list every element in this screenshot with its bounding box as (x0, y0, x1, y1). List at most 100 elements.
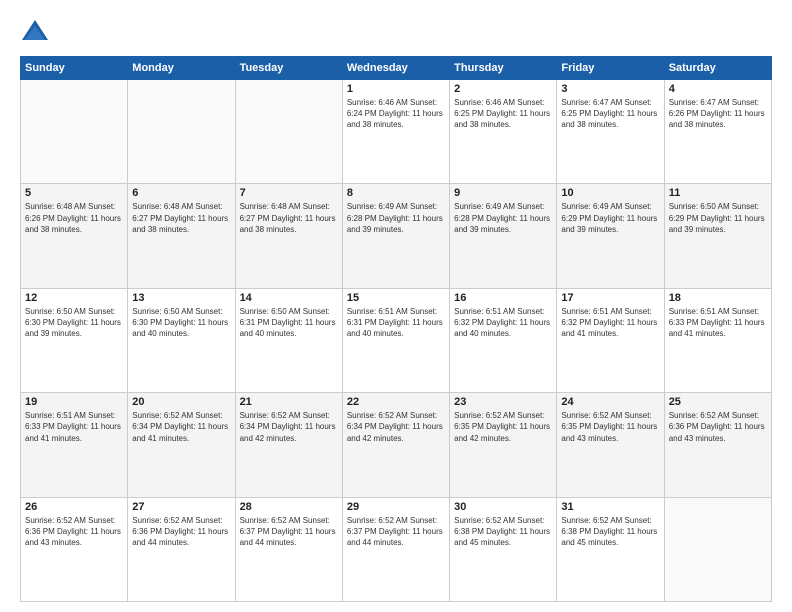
calendar-cell: 1 Sunrise: 6:46 AM Sunset: 6:24 PM Daylig… (342, 80, 449, 184)
calendar-week-row: 12 Sunrise: 6:50 AM Sunset: 6:30 PM Dayli… (21, 288, 772, 392)
day-number: 19 (25, 396, 123, 408)
day-info: Sunrise: 6:52 AM Sunset: 6:37 PM Dayligh… (347, 515, 445, 549)
calendar-cell: 7 Sunrise: 6:48 AM Sunset: 6:27 PM Daylig… (235, 184, 342, 288)
day-number: 5 (25, 187, 123, 199)
day-number: 1 (347, 83, 445, 95)
day-number: 17 (561, 292, 659, 304)
calendar-cell: 16 Sunrise: 6:51 AM Sunset: 6:32 PM Dayli… (450, 288, 557, 392)
calendar-cell (21, 80, 128, 184)
day-info: Sunrise: 6:50 AM Sunset: 6:30 PM Dayligh… (25, 306, 123, 340)
day-info: Sunrise: 6:52 AM Sunset: 6:35 PM Dayligh… (561, 410, 659, 444)
calendar-cell: 11 Sunrise: 6:50 AM Sunset: 6:29 PM Dayli… (664, 184, 771, 288)
day-info: Sunrise: 6:49 AM Sunset: 6:29 PM Dayligh… (561, 201, 659, 235)
calendar-day-header: Friday (557, 57, 664, 80)
calendar-cell: 19Sunrise: 6:51 AM Sunset: 6:33 PM Dayli… (21, 393, 128, 497)
calendar-cell: 6 Sunrise: 6:48 AM Sunset: 6:27 PM Daylig… (128, 184, 235, 288)
day-info: Sunrise: 6:50 AM Sunset: 6:30 PM Dayligh… (132, 306, 230, 340)
day-number: 4 (669, 83, 767, 95)
day-number: 22 (347, 396, 445, 408)
calendar-day-header: Wednesday (342, 57, 449, 80)
day-info: Sunrise: 6:51 AM Sunset: 6:32 PM Dayligh… (454, 306, 552, 340)
day-number: 9 (454, 187, 552, 199)
calendar-cell: 5 Sunrise: 6:48 AM Sunset: 6:26 PM Daylig… (21, 184, 128, 288)
day-number: 24 (561, 396, 659, 408)
calendar-day-header: Saturday (664, 57, 771, 80)
logo-icon (20, 18, 50, 48)
calendar-cell: 28 Sunrise: 6:52 AM Sunset: 6:37 PM Dayli… (235, 497, 342, 601)
day-info: Sunrise: 6:52 AM Sunset: 6:37 PM Dayligh… (240, 515, 338, 549)
calendar-week-row: 26 Sunrise: 6:52 AM Sunset: 6:36 PM Dayli… (21, 497, 772, 601)
calendar-cell: 15 Sunrise: 6:51 AM Sunset: 6:31 PM Dayli… (342, 288, 449, 392)
header (20, 18, 772, 48)
day-info: Sunrise: 6:52 AM Sunset: 6:36 PM Dayligh… (25, 515, 123, 549)
day-number: 28 (240, 501, 338, 513)
calendar-cell: 3Sunrise: 6:47 AM Sunset: 6:25 PM Daylig… (557, 80, 664, 184)
day-number: 7 (240, 187, 338, 199)
day-info: Sunrise: 6:48 AM Sunset: 6:26 PM Dayligh… (25, 201, 123, 235)
calendar-cell (128, 80, 235, 184)
calendar-cell: 23Sunrise: 6:52 AM Sunset: 6:35 PM Dayli… (450, 393, 557, 497)
day-number: 25 (669, 396, 767, 408)
calendar-cell: 31 Sunrise: 6:52 AM Sunset: 6:38 PM Dayli… (557, 497, 664, 601)
calendar-week-row: 5 Sunrise: 6:48 AM Sunset: 6:26 PM Daylig… (21, 184, 772, 288)
day-number: 29 (347, 501, 445, 513)
calendar-cell: 12 Sunrise: 6:50 AM Sunset: 6:30 PM Dayli… (21, 288, 128, 392)
day-number: 27 (132, 501, 230, 513)
calendar-cell: 9Sunrise: 6:49 AM Sunset: 6:28 PM Daylig… (450, 184, 557, 288)
calendar-cell: 18 Sunrise: 6:51 AM Sunset: 6:33 PM Dayli… (664, 288, 771, 392)
day-number: 20 (132, 396, 230, 408)
calendar-cell: 13 Sunrise: 6:50 AM Sunset: 6:30 PM Dayli… (128, 288, 235, 392)
day-number: 2 (454, 83, 552, 95)
day-number: 26 (25, 501, 123, 513)
day-info: Sunrise: 6:52 AM Sunset: 6:34 PM Dayligh… (132, 410, 230, 444)
day-info: Sunrise: 6:51 AM Sunset: 6:31 PM Dayligh… (347, 306, 445, 340)
calendar-cell: 21Sunrise: 6:52 AM Sunset: 6:34 PM Dayli… (235, 393, 342, 497)
day-number: 11 (669, 187, 767, 199)
day-info: Sunrise: 6:46 AM Sunset: 6:25 PM Dayligh… (454, 97, 552, 131)
day-number: 3 (561, 83, 659, 95)
day-info: Sunrise: 6:52 AM Sunset: 6:38 PM Dayligh… (561, 515, 659, 549)
logo (20, 18, 54, 48)
calendar-cell: 27Sunrise: 6:52 AM Sunset: 6:36 PM Dayli… (128, 497, 235, 601)
day-number: 15 (347, 292, 445, 304)
day-number: 23 (454, 396, 552, 408)
day-number: 10 (561, 187, 659, 199)
calendar-day-header: Monday (128, 57, 235, 80)
day-info: Sunrise: 6:49 AM Sunset: 6:28 PM Dayligh… (347, 201, 445, 235)
day-number: 13 (132, 292, 230, 304)
day-info: Sunrise: 6:51 AM Sunset: 6:33 PM Dayligh… (669, 306, 767, 340)
day-info: Sunrise: 6:48 AM Sunset: 6:27 PM Dayligh… (240, 201, 338, 235)
calendar-cell: 10 Sunrise: 6:49 AM Sunset: 6:29 PM Dayli… (557, 184, 664, 288)
calendar-week-row: 1 Sunrise: 6:46 AM Sunset: 6:24 PM Daylig… (21, 80, 772, 184)
day-info: Sunrise: 6:50 AM Sunset: 6:31 PM Dayligh… (240, 306, 338, 340)
calendar-cell: 25 Sunrise: 6:52 AM Sunset: 6:36 PM Dayli… (664, 393, 771, 497)
calendar-cell: 24 Sunrise: 6:52 AM Sunset: 6:35 PM Dayli… (557, 393, 664, 497)
calendar-cell (235, 80, 342, 184)
day-number: 31 (561, 501, 659, 513)
calendar-cell: 4 Sunrise: 6:47 AM Sunset: 6:26 PM Daylig… (664, 80, 771, 184)
calendar-day-header: Tuesday (235, 57, 342, 80)
day-number: 8 (347, 187, 445, 199)
day-info: Sunrise: 6:52 AM Sunset: 6:36 PM Dayligh… (669, 410, 767, 444)
day-info: Sunrise: 6:48 AM Sunset: 6:27 PM Dayligh… (132, 201, 230, 235)
day-number: 12 (25, 292, 123, 304)
day-number: 6 (132, 187, 230, 199)
calendar-cell: 26 Sunrise: 6:52 AM Sunset: 6:36 PM Dayli… (21, 497, 128, 601)
calendar-cell: 8 Sunrise: 6:49 AM Sunset: 6:28 PM Daylig… (342, 184, 449, 288)
day-info: Sunrise: 6:52 AM Sunset: 6:34 PM Dayligh… (347, 410, 445, 444)
day-number: 14 (240, 292, 338, 304)
day-number: 18 (669, 292, 767, 304)
calendar-cell: 30Sunrise: 6:52 AM Sunset: 6:38 PM Dayli… (450, 497, 557, 601)
calendar-table: SundayMondayTuesdayWednesdayThursdayFrid… (20, 56, 772, 602)
calendar-cell (664, 497, 771, 601)
day-number: 16 (454, 292, 552, 304)
day-info: Sunrise: 6:50 AM Sunset: 6:29 PM Dayligh… (669, 201, 767, 235)
calendar-week-row: 19Sunrise: 6:51 AM Sunset: 6:33 PM Dayli… (21, 393, 772, 497)
calendar-day-header: Thursday (450, 57, 557, 80)
calendar-day-header: Sunday (21, 57, 128, 80)
day-info: Sunrise: 6:51 AM Sunset: 6:32 PM Dayligh… (561, 306, 659, 340)
page: SundayMondayTuesdayWednesdayThursdayFrid… (0, 0, 792, 612)
day-info: Sunrise: 6:47 AM Sunset: 6:26 PM Dayligh… (669, 97, 767, 131)
day-number: 21 (240, 396, 338, 408)
day-info: Sunrise: 6:46 AM Sunset: 6:24 PM Dayligh… (347, 97, 445, 131)
